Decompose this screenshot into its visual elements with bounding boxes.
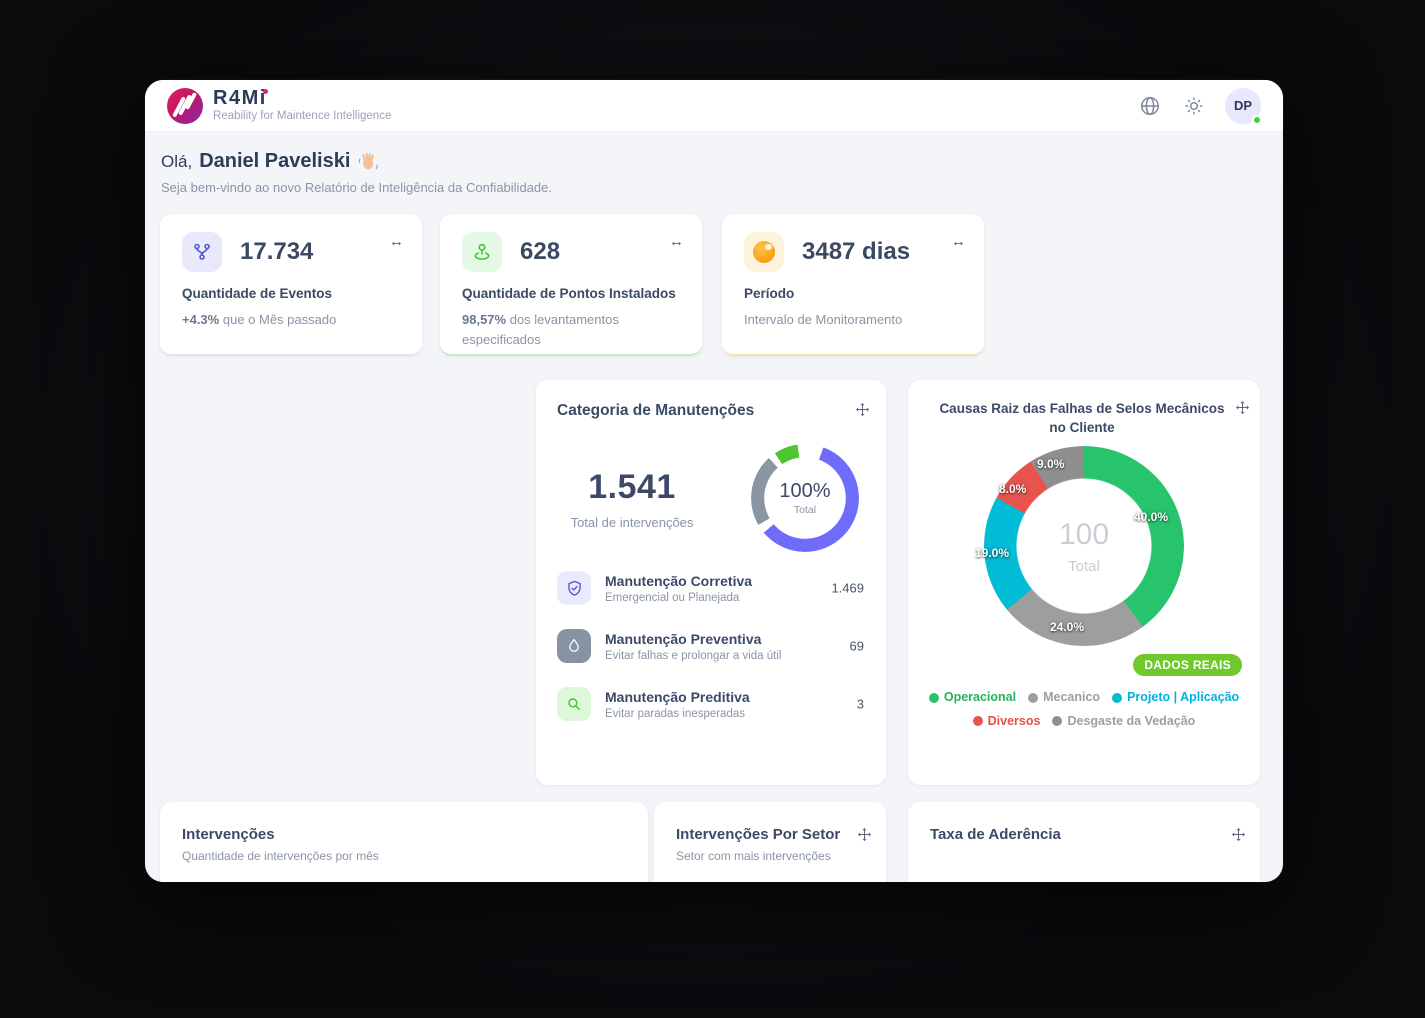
segment-label-operacional: 40.0%	[1134, 510, 1168, 524]
legend-item-operacional[interactable]: Operacional	[929, 686, 1016, 709]
greeting-hello: Olá,	[161, 152, 192, 172]
interventions-total-label: Total de intervenções	[546, 515, 718, 530]
move-handle-icon[interactable]	[857, 827, 872, 842]
maintenance-donut-chart: 100% Total	[751, 444, 859, 552]
brand-logo	[167, 88, 203, 124]
segment-label-projeto: 19.0%	[975, 546, 1009, 560]
kpi-note: 98,57% dos levantamentos especificados	[462, 310, 684, 349]
legend-dot	[1052, 716, 1062, 726]
greeting-block: Olá, Daniel Paveliski	[161, 150, 552, 195]
donut-center-value: 100%	[779, 480, 830, 503]
card-title: Causas Raiz das Falhas de Selos Mecânico…	[934, 400, 1230, 438]
user-avatar[interactable]: DP	[1225, 88, 1261, 124]
kpi-note: +4.3% que o Mês passado	[182, 310, 404, 330]
waving-hand-icon	[357, 151, 379, 173]
magnifier-icon	[557, 687, 591, 721]
item-value: 69	[850, 639, 864, 654]
dashboard-content: Olá, Daniel Paveliski	[145, 132, 1283, 882]
kpi-value: 17.734	[240, 238, 313, 266]
kpi-card-installed-points: 628 ↔ Quantidade de Pontos Instalados 98…	[440, 214, 702, 356]
kpi-label: Período	[744, 286, 966, 301]
legend-item-diversos[interactable]: Diversos	[973, 710, 1041, 733]
kpi-label: Quantidade de Pontos Instalados	[462, 286, 684, 301]
interventions-total-value: 1.541	[546, 468, 718, 507]
resize-handle-icon[interactable]: ↔	[669, 232, 684, 249]
kpi-label: Quantidade de Eventos	[182, 286, 404, 301]
list-item-predictive: Manutenção Preditiva Evitar paradas ines…	[557, 680, 866, 728]
card-title: Taxa de Aderência	[930, 826, 1240, 843]
kpi-card-events: 17.734 ↔ Quantidade de Eventos +4.3% que…	[160, 214, 422, 356]
shield-check-icon	[557, 571, 591, 605]
brand-text: R4Mi Reability for Maintence Intelligenc…	[213, 88, 391, 122]
maintenance-category-card: Categoria de Manutenções 1.541 Total de …	[536, 380, 886, 785]
avatar-initials: DP	[1234, 98, 1252, 113]
kpi-value: 3487 dias	[802, 238, 910, 266]
legend-dot	[973, 716, 983, 726]
card-title: Intervenções	[182, 826, 628, 843]
list-item-preventive: Manutenção Preventiva Evitar falhas e pr…	[557, 622, 866, 670]
interventions-total: 1.541 Total de intervenções	[546, 468, 718, 530]
legend-item-projeto[interactable]: Projeto | Aplicação	[1112, 686, 1239, 709]
legend-dot	[1028, 693, 1038, 703]
card-subtitle: Setor com mais intervenções	[676, 849, 866, 863]
legend-item-desgaste[interactable]: Desgaste da Vedação	[1052, 710, 1195, 733]
sun-icon	[1183, 95, 1205, 117]
installed-point-icon	[462, 232, 502, 272]
segment-label-diversos: 8.0%	[999, 482, 1026, 496]
move-handle-icon[interactable]	[1231, 827, 1246, 842]
app-window: R4Mi Reability for Maintence Intelligenc…	[145, 80, 1283, 882]
brand-tagline: Reability for Maintence Intelligence	[213, 110, 391, 122]
theme-toggle-button[interactable]	[1181, 93, 1207, 119]
legend-item-mecanico[interactable]: Mecanico	[1028, 686, 1100, 709]
segment-label-desgaste: 9.0%	[1037, 457, 1064, 471]
brand-dot	[263, 89, 268, 94]
online-status-dot	[1252, 115, 1262, 125]
adherence-rate-card: Taxa de Aderência	[908, 802, 1260, 882]
chart-legend: Operacional Mecanico Projeto | Aplicação…	[918, 686, 1250, 733]
item-value: 1.469	[831, 581, 864, 596]
resize-handle-icon[interactable]: ↔	[389, 232, 404, 249]
interventions-card: Intervenções Quantidade de intervenções …	[160, 802, 648, 882]
greeting-subtitle: Seja bem-vindo ao novo Relatório de Inte…	[161, 180, 552, 195]
kpi-note: Intervalo de Monitoramento	[744, 310, 966, 330]
move-handle-icon[interactable]	[1235, 400, 1250, 415]
interventions-by-sector-card: Intervenções Por Setor Setor com mais in…	[654, 802, 886, 882]
branch-icon	[182, 232, 222, 272]
donut-center-label: Total	[1068, 558, 1100, 575]
globe-icon	[1139, 95, 1161, 117]
language-globe-button[interactable]	[1137, 93, 1163, 119]
card-subtitle: Quantidade de intervenções por mês	[182, 849, 628, 863]
real-data-badge: DADOS REAIS	[1133, 654, 1242, 676]
kpi-card-period: 3487 dias ↔ Período Intervalo de Monitor…	[722, 214, 984, 356]
greeting-username: Daniel Paveliski	[199, 150, 350, 173]
period-clock-icon	[744, 232, 784, 272]
card-title: Categoria de Manutenções	[557, 402, 754, 420]
move-handle-icon[interactable]	[855, 402, 870, 417]
maintenance-type-list: Manutenção Corretiva Emergencial ou Plan…	[557, 564, 866, 738]
kpi-value: 628	[520, 238, 560, 266]
card-title: Intervenções Por Setor	[676, 826, 866, 843]
brand-wordmark: R4Mi	[213, 88, 267, 109]
droplet-icon	[557, 629, 591, 663]
legend-dot	[929, 693, 939, 703]
root-causes-donut-chart: 100 Total 40.0% 24.0% 19.0% 8.0% 9.0%	[984, 446, 1184, 646]
top-bar: R4Mi Reability for Maintence Intelligenc…	[145, 80, 1283, 132]
resize-handle-icon[interactable]: ↔	[951, 232, 966, 249]
legend-dot	[1112, 693, 1122, 703]
segment-label-mecanico: 24.0%	[1050, 620, 1084, 634]
list-item-corrective: Manutenção Corretiva Emergencial ou Plan…	[557, 564, 866, 612]
donut-center-label: Total	[794, 504, 816, 516]
screenshot-stage: R4Mi Reability for Maintence Intelligenc…	[0, 0, 1425, 1018]
donut-center-value: 100	[1059, 518, 1109, 552]
item-value: 3	[857, 697, 864, 712]
root-causes-card: Causas Raiz das Falhas de Selos Mecânico…	[908, 380, 1260, 785]
